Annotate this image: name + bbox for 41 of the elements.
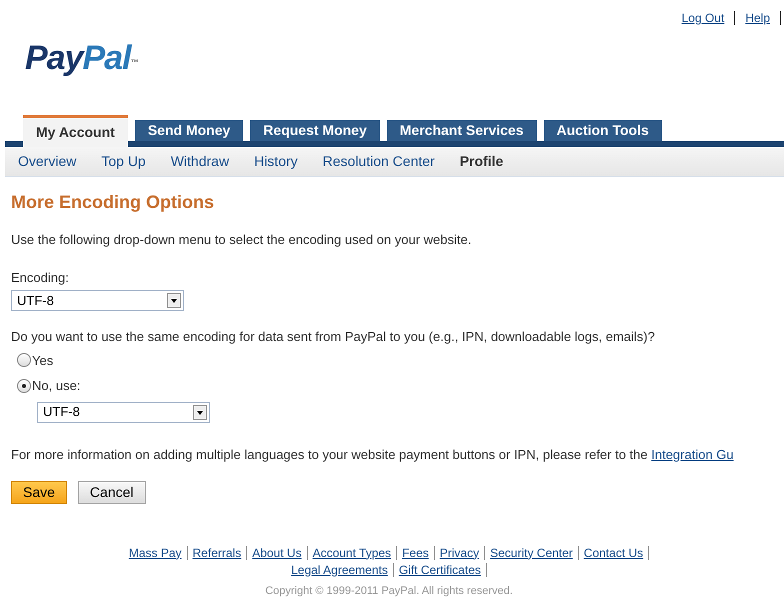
footer-link[interactable]: Security Center: [490, 544, 573, 562]
radio-button[interactable]: [17, 353, 31, 368]
footer-link[interactable]: Referrals: [192, 544, 242, 562]
footer-link[interactable]: Privacy: [440, 544, 480, 562]
encoding-label: Encoding:: [11, 268, 69, 287]
caret-icon: [167, 293, 181, 308]
footer-link[interactable]: Account Types: [312, 544, 392, 562]
header-link[interactable]: Help: [745, 9, 770, 27]
integration-guide-link[interactable]: Integration Gu: [651, 446, 734, 462]
subnav-link[interactable]: Resolution Center: [322, 151, 435, 172]
footer-link[interactable]: Contact Us: [584, 544, 644, 562]
footer-link[interactable]: Gift Certificates: [398, 560, 481, 578]
radio-button[interactable]: [17, 378, 31, 393]
nav-tab[interactable]: Send Money: [134, 120, 244, 141]
intro-text: Use the following drop-down menu to select the encoding used on your website.: [11, 231, 472, 249]
footer-link[interactable]: Fees: [402, 544, 429, 562]
copyright-text: Copyright © 1999-2011 PayPal. All rights reserved.: [265, 585, 513, 598]
subnav-link[interactable]: Top Up: [101, 151, 146, 172]
nav-tab[interactable]: Merchant Services: [386, 120, 536, 141]
footer-link[interactable]: About Us: [252, 544, 302, 562]
encoding-select[interactable]: UTF-8: [37, 402, 210, 422]
footer-link[interactable]: Mass Pay: [128, 544, 182, 562]
subnav-link[interactable]: Profile: [460, 151, 504, 172]
subnav-link[interactable]: Overview: [18, 151, 76, 172]
save-button[interactable]: Save: [11, 481, 67, 504]
radio-option[interactable]: No, use:: [17, 376, 80, 396]
paypal-logo: PayPal$^{™}$: [25, 41, 138, 75]
header-link[interactable]: Log Out: [682, 9, 724, 27]
subnav-link[interactable]: Withdraw: [170, 151, 230, 172]
nav-tab[interactable]: Request Money: [250, 120, 380, 141]
footer-link[interactable]: Legal Agreements: [291, 560, 388, 578]
question-text: Do you want to use the same encoding for data sent from PayPal to you (e.g., IPN, downloadable logs, emails)?: [11, 328, 656, 346]
cancel-button[interactable]: Cancel: [78, 481, 146, 504]
nav-tab[interactable]: My Account: [23, 115, 128, 147]
info-text: For more information on adding multiple languages to your website payment buttons or IPN, please refer to the Integration Gu: [11, 446, 735, 464]
nav-tab[interactable]: Auction Tools: [544, 120, 662, 141]
encoding-select[interactable]: UTF-8: [11, 290, 184, 311]
page-heading: More Encoding Options: [11, 191, 215, 214]
radio-option[interactable]: Yes: [17, 350, 54, 370]
subnav-link[interactable]: History: [254, 151, 298, 172]
caret-icon: [193, 404, 207, 420]
